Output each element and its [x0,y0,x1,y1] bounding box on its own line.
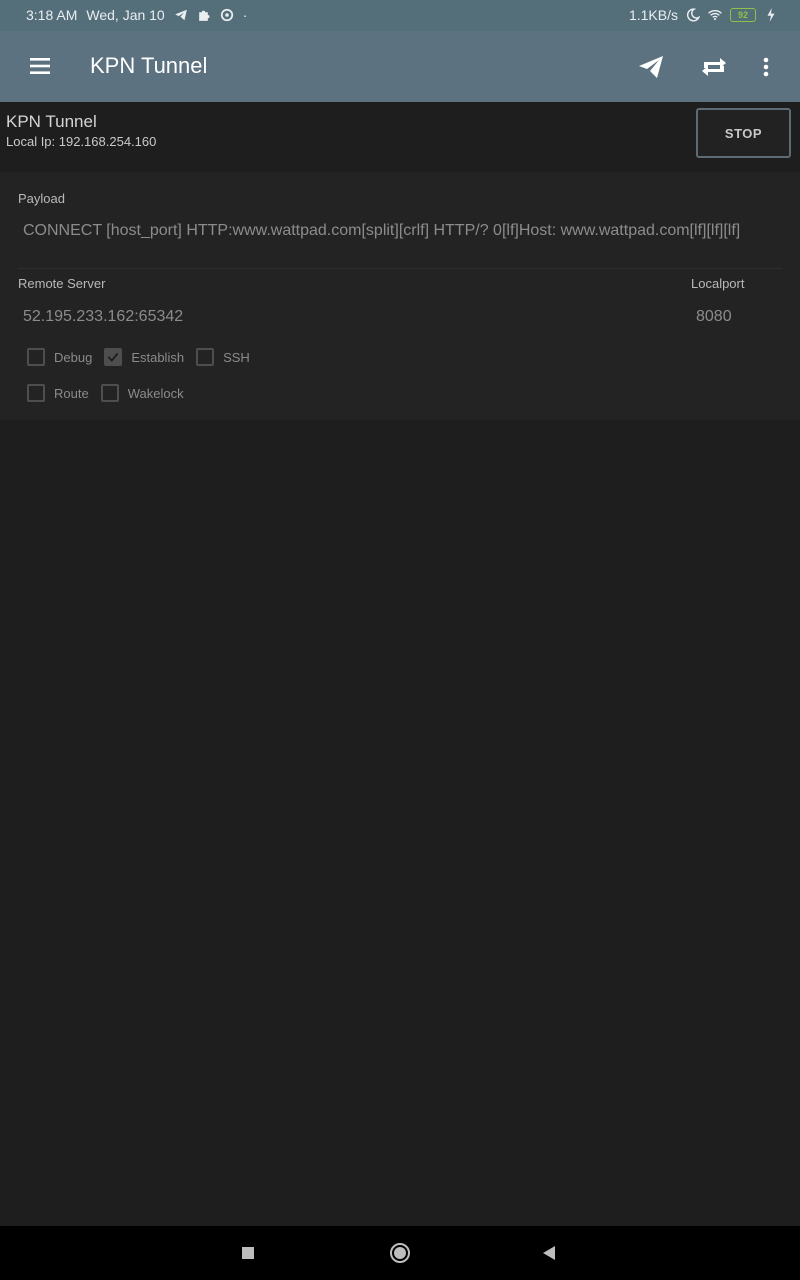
stop-button[interactable]: STOP [696,108,791,158]
charging-bolt-icon [764,8,778,22]
moon-icon [686,8,700,22]
checkmark-icon [104,348,123,366]
menu-icon[interactable] [28,54,52,78]
connection-status-panel: KPN Tunnel Local Ip: 192.168.254.160 STO… [0,102,800,172]
options-row-2: Route Wakelock [27,384,196,402]
wakelock-checkbox[interactable]: Wakelock [100,384,184,402]
telegram-icon [174,8,188,22]
date: Wed, Jan 10 [86,7,165,23]
establish-label: Establish [131,349,185,365]
payload-underline [18,268,782,269]
system-nav-bar [0,1226,800,1280]
more-vert-icon[interactable] [750,51,782,83]
payload-label: Payload [18,191,65,206]
wifi-icon [708,8,722,22]
connection-title: KPN Tunnel [6,112,97,131]
puzzle-icon [197,8,211,22]
payload-field[interactable]: CONNECT [host_port] HTTP:www.wattpad.com… [23,220,781,241]
options-row-1: Debug Establish SSH [27,348,262,366]
localport-field[interactable]: 8080 [696,306,776,327]
checkbox-box [27,384,45,402]
send-icon[interactable] [635,51,667,83]
checkbox-box [196,348,215,366]
wakelock-label: Wakelock [127,385,184,401]
debug-checkbox[interactable]: Debug [27,348,92,366]
route-label: Route [54,385,89,401]
debug-label: Debug [54,349,93,365]
remote-server-field[interactable]: 52.195.233.162:65342 [23,306,643,327]
app-title: KPN Tunnel [90,53,208,78]
checkbox-box [27,348,45,366]
clock: 3:18 AM [26,7,78,23]
home-circle-icon[interactable] [388,1241,412,1265]
remote-server-label: Remote Server [18,276,106,291]
sync-circle-icon [220,8,234,22]
checkbox-box [100,384,119,402]
localport-label: Localport [691,276,745,291]
battery-icon: 92 [730,8,756,22]
ssh-label: SSH [223,349,250,365]
repeat-icon[interactable] [698,51,730,83]
establish-checkbox[interactable]: Establish [104,348,184,366]
config-card: Payload CONNECT [host_port] HTTP:www.wat… [0,172,800,420]
app-toolbar: KPN Tunnel [0,31,800,102]
back-triangle-icon[interactable] [537,1241,561,1265]
route-checkbox[interactable]: Route [27,384,89,402]
notification-dot: · [242,7,248,23]
recents-square-icon[interactable] [236,1241,260,1265]
status-bar: 3:18 AM Wed, Jan 10 · 1.1KB/s 92 [0,0,800,31]
ssh-checkbox[interactable]: SSH [196,348,250,366]
net-speed: 1.1KB/s [628,7,678,23]
local-ip: Local Ip: 192.168.254.160 [6,134,157,149]
